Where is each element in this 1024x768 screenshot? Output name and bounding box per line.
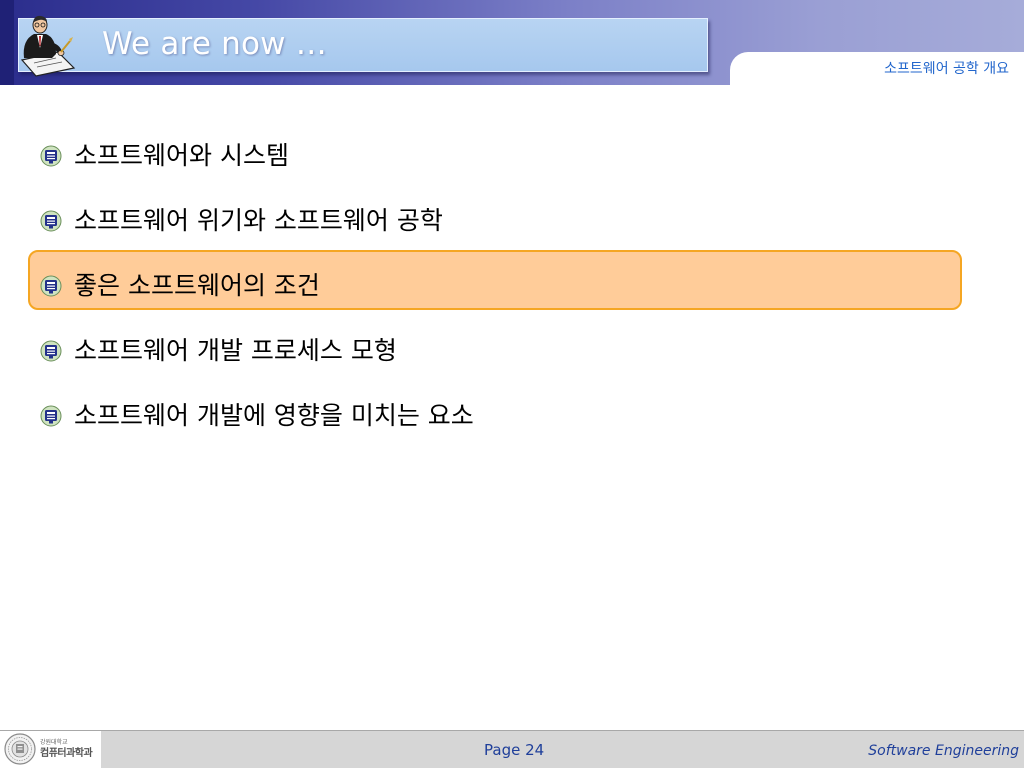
agenda-item-label: 소프트웨어 위기와 소프트웨어 공학	[74, 206, 443, 235]
university-emblem-icon	[40, 405, 62, 427]
agenda-item: 소프트웨어와 시스템	[40, 138, 289, 174]
university-emblem-icon	[40, 340, 62, 362]
agenda-item: 소프트웨어 개발 프로세스 모형	[40, 333, 397, 369]
presenter-writing-icon	[20, 15, 76, 77]
university-emblem-icon	[40, 275, 62, 297]
agenda-item-label: 소프트웨어 개발에 영향을 미치는 요소	[74, 401, 474, 430]
university-seal-icon	[4, 733, 36, 765]
agenda-item-current: 좋은 소프트웨어의 조건	[40, 268, 320, 304]
university-emblem-icon	[40, 145, 62, 167]
agenda-item-label: 좋은 소프트웨어의 조건	[74, 271, 320, 300]
university-emblem-icon	[40, 210, 62, 232]
slide-title: We are now …	[102, 26, 327, 62]
agenda-item-label: 소프트웨어와 시스템	[74, 141, 289, 170]
course-name: Software Engineering	[868, 743, 1019, 759]
page-number: Page 24	[484, 741, 545, 759]
agenda-item-label: 소프트웨어 개발 프로세스 모형	[74, 336, 397, 365]
agenda-item: 소프트웨어 개발에 영향을 미치는 요소	[40, 398, 474, 434]
agenda-item: 소프트웨어 위기와 소프트웨어 공학	[40, 203, 443, 239]
footer-department-name: 컴퓨터과학과	[40, 748, 93, 759]
slide-subtitle: 소프트웨어 공학 개요	[884, 61, 1009, 77]
footer-school-name: 강원대학교	[40, 739, 68, 746]
